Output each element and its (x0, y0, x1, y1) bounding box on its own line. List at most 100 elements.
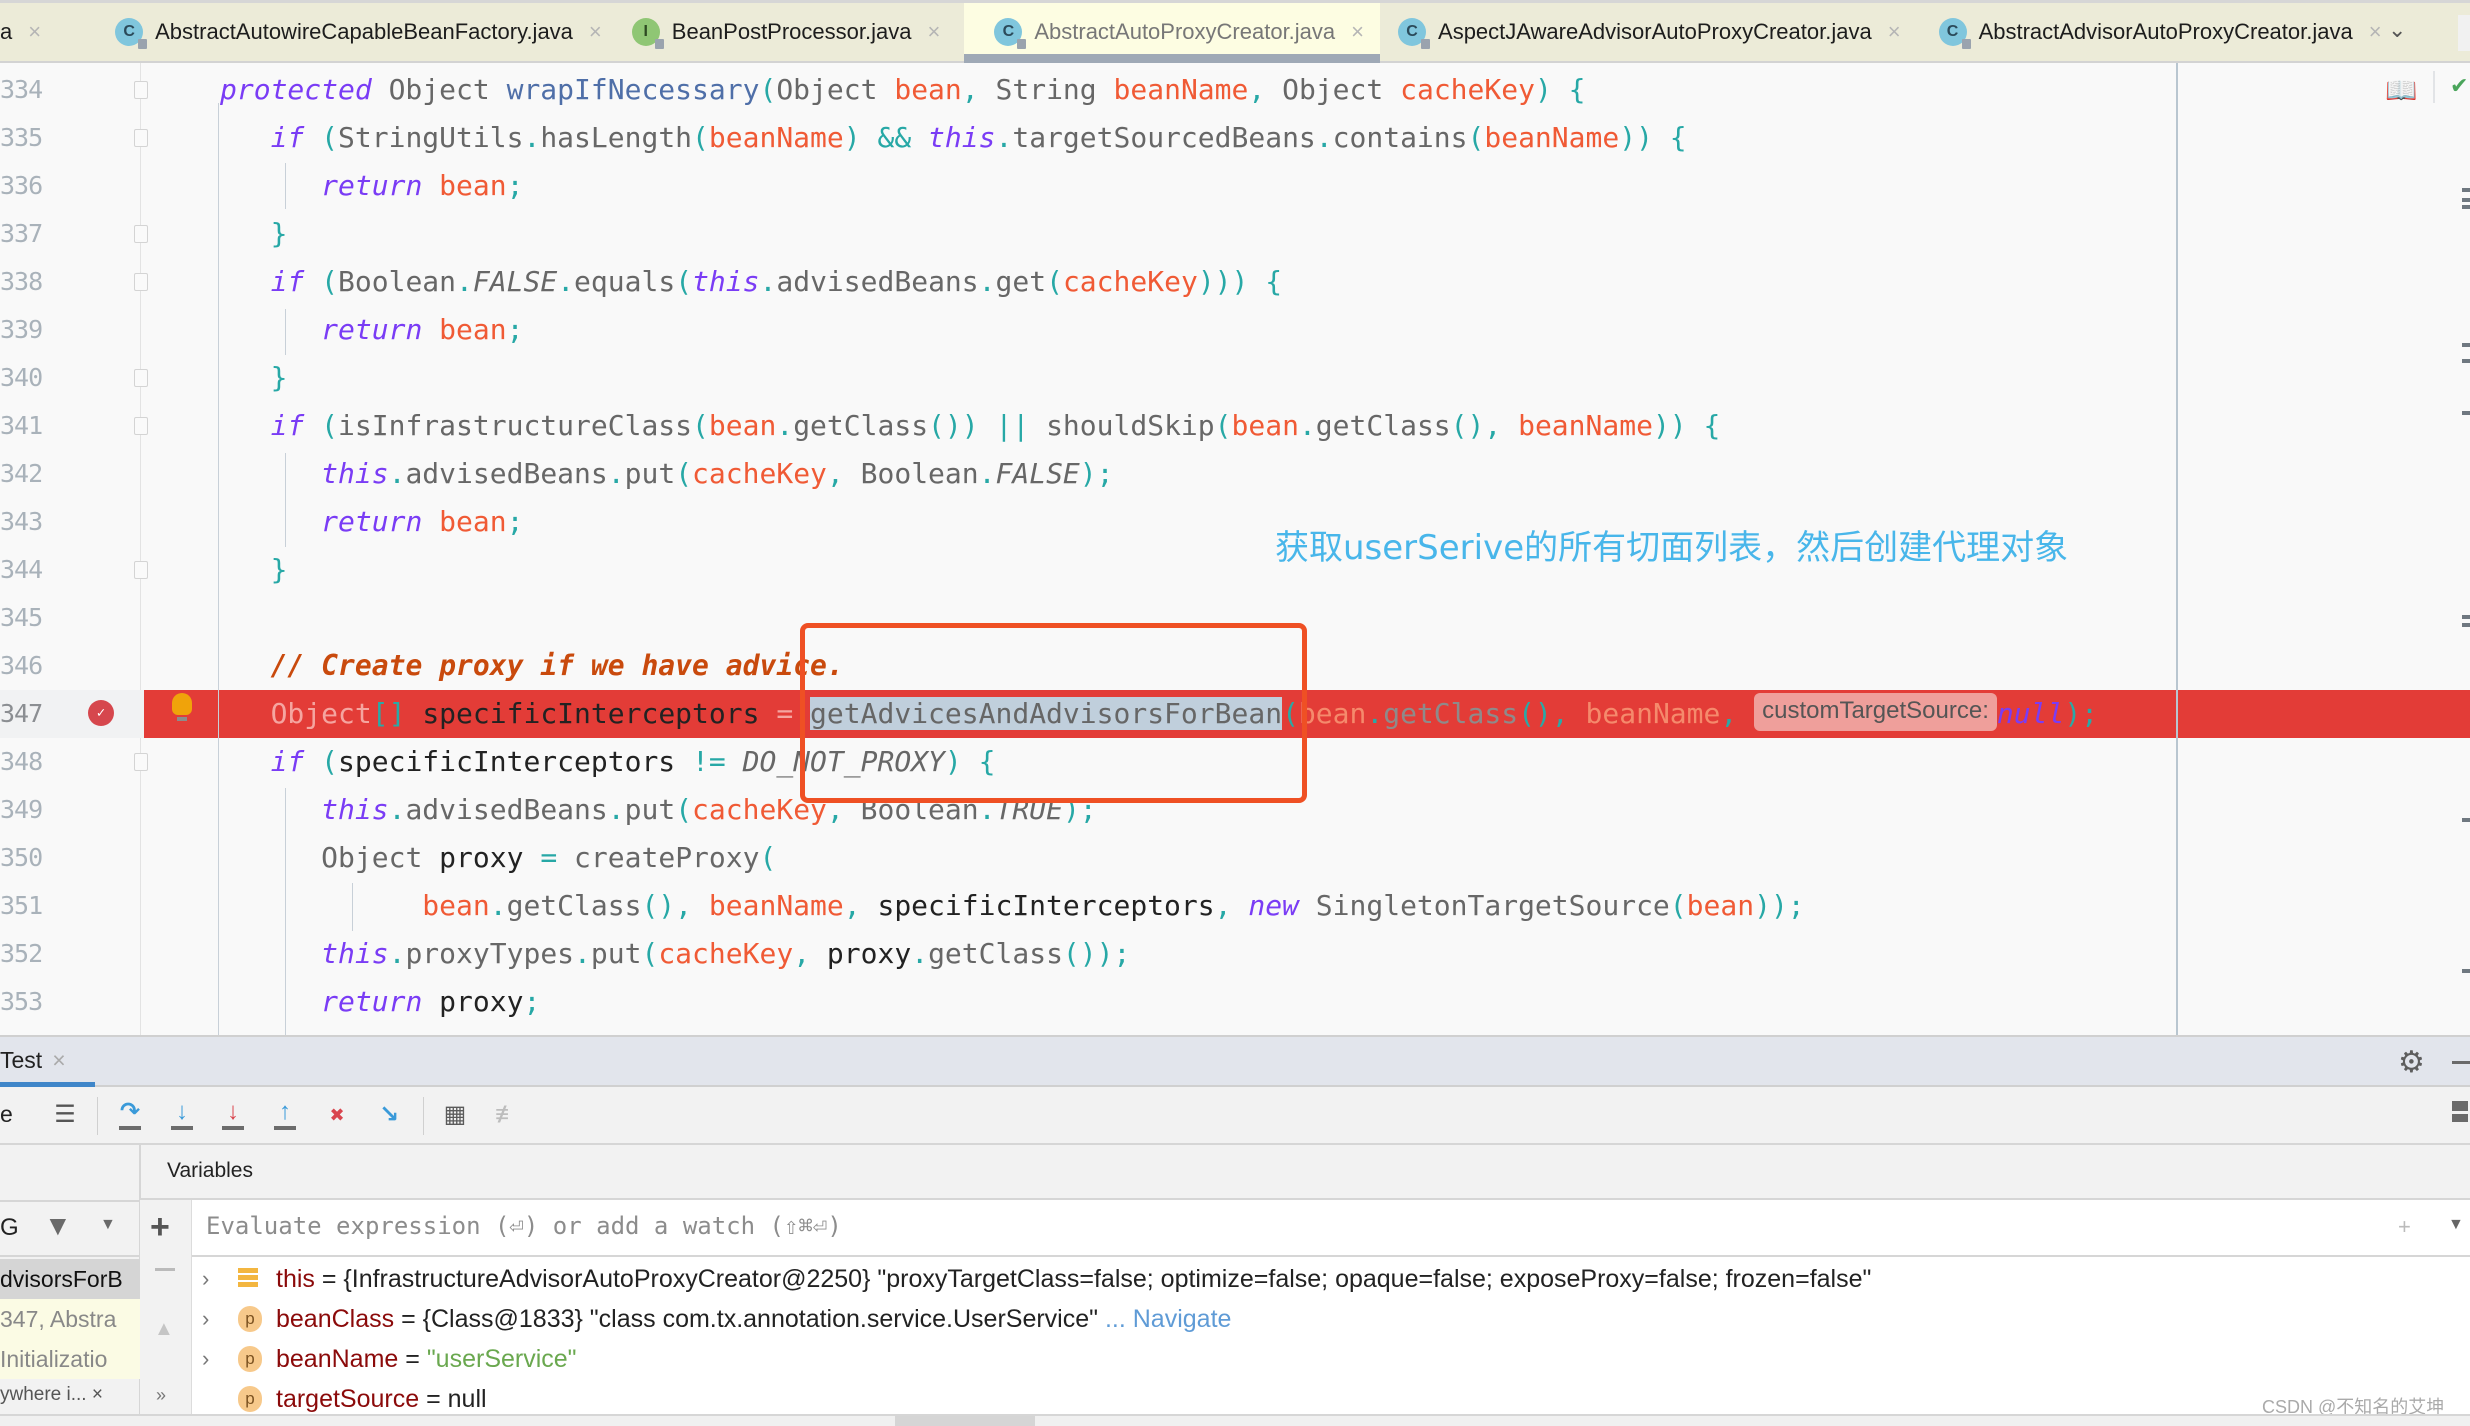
add-to-watches-icon[interactable]: + (2398, 1214, 2411, 1240)
scrollbar-marker[interactable] (2462, 818, 2470, 822)
scrollbar-marker[interactable] (2462, 359, 2470, 363)
chevron-down-icon[interactable]: ⌄ (2388, 17, 2406, 43)
code-line[interactable]: 350 Object proxy = createProxy( (0, 834, 2470, 882)
scrollbar-marker[interactable] (2462, 615, 2470, 619)
evaluate-expression-input[interactable]: Evaluate expression (⏎) or add a watch (… (192, 1200, 2470, 1257)
code-line[interactable]: 353 return proxy; (0, 978, 2470, 1026)
history-dropdown-icon[interactable]: ▼ (2448, 1216, 2464, 1234)
tab-close-icon[interactable]: × (589, 19, 602, 45)
scrollbar-marker[interactable] (2462, 198, 2470, 202)
editor-tab-bar: a × C AbstractAutowireCapableBeanFactory… (0, 0, 2470, 63)
code-line[interactable]: 344 } (0, 546, 2470, 594)
code-editor[interactable]: 334 protected Object wrapIfNecessary(Obje… (0, 63, 2470, 1035)
gear-icon[interactable]: ⚙ (2398, 1045, 2425, 1080)
scrollbar-marker[interactable] (2462, 969, 2470, 973)
dropdown-icon[interactable]: ▼ (100, 1216, 116, 1234)
stack-frame[interactable]: 347, Abstra (0, 1299, 140, 1339)
move-up-icon[interactable]: ▲ (154, 1318, 174, 1341)
annotation-highlight-box (800, 623, 1307, 803)
expand-arrow-icon[interactable]: › (202, 1259, 209, 1299)
code-line[interactable]: 334 protected Object wrapIfNecessary(Obje… (0, 66, 2470, 114)
step-over-button[interactable]: ↷ (113, 1097, 147, 1133)
code-line[interactable]: 337 } (0, 210, 2470, 258)
breakpoint-icon[interactable]: ✓ (88, 700, 114, 726)
drop-frame-button[interactable]: ✖ (320, 1097, 354, 1133)
line-number: 353 (0, 987, 43, 1016)
fold-icon[interactable] (134, 129, 148, 147)
tab-partial[interactable]: a × (0, 3, 57, 61)
tab-close-icon[interactable]: × (28, 19, 41, 45)
frames-hint[interactable]: ywhere i... × (0, 1379, 140, 1411)
lightbulb-icon[interactable] (172, 693, 192, 723)
annotation-note: 获取userSerive的所有切面列表，然后创建代理对象 (1275, 528, 2069, 568)
filter-icon[interactable]: ▼ (44, 1210, 72, 1242)
stack-frame[interactable]: dvisorsForB (0, 1259, 140, 1299)
variable-row[interactable]: › this = {InfrastructureAdvisorAutoProxy… (192, 1259, 2470, 1299)
thread-selector[interactable]: G (0, 1214, 19, 1242)
evaluate-expression-button[interactable]: ▦ (438, 1097, 472, 1133)
code-line[interactable]: 342 this.advisedBeans.put(cacheKey, Bool… (0, 450, 2470, 498)
more-icon[interactable]: » (156, 1385, 166, 1406)
navigate-link[interactable]: ... Navigate (1098, 1305, 1231, 1333)
tab-bean-post-processor[interactable]: I BeanPostProcessor.java × (618, 3, 957, 61)
fold-icon[interactable] (134, 369, 148, 387)
code-line[interactable]: 352 this.proxyTypes.put(cacheKey, proxy.… (0, 930, 2470, 978)
line-number: 350 (0, 843, 43, 872)
frames-panel: G ▼ ▼ dvisorsForB 347, Abstra Initializa… (0, 1145, 140, 1426)
variable-row[interactable]: › p beanClass = {Class@1833} "class com.… (192, 1299, 2470, 1339)
code-line[interactable]: 339 return bean; (0, 306, 2470, 354)
code-line[interactable]: 343 return bean; (0, 498, 2470, 546)
scrollbar-marker[interactable] (2462, 623, 2470, 627)
tab-abstract-auto-proxy-creator[interactable]: C AbstractAutoProxyCreator.java × (964, 3, 1381, 63)
scrollbar-marker[interactable] (2462, 205, 2470, 209)
force-step-into-button[interactable]: ↓ (216, 1097, 250, 1133)
tab-abstract-advisor-auto-proxy-creator[interactable]: C AbstractAdvisorAutoProxyCreator.java × (1917, 3, 2398, 61)
scrollbar-marker[interactable] (2462, 188, 2470, 192)
fold-icon[interactable] (134, 561, 148, 579)
more-options-icon[interactable] (2458, 15, 2470, 51)
fold-icon[interactable] (134, 753, 148, 771)
fold-icon[interactable] (134, 81, 148, 99)
stack-frame[interactable]: Initializatio (0, 1339, 140, 1379)
fold-icon[interactable] (134, 225, 148, 243)
code-line[interactable]: 340 } (0, 354, 2470, 402)
fold-icon[interactable] (134, 417, 148, 435)
reader-mode-icon[interactable]: 📖 (2385, 75, 2417, 106)
variable-row[interactable]: p targetSource = null (192, 1379, 2470, 1419)
layout-icon: ☰ (54, 1101, 76, 1128)
code-line[interactable]: 351 bean.getClass(), beanName, specificI… (0, 882, 2470, 930)
step-into-button[interactable]: ↓ (165, 1097, 199, 1133)
minimize-icon[interactable] (2452, 1061, 2470, 1064)
line-number: 348 (0, 747, 43, 776)
tab-close-icon[interactable]: × (1888, 19, 1901, 45)
add-watch-icon[interactable]: + (150, 1208, 170, 1247)
parameter-icon: p (238, 1306, 262, 1332)
close-icon[interactable]: × (52, 1047, 65, 1073)
line-number: 352 (0, 939, 43, 968)
layout-toggle-icon[interactable] (2452, 1101, 2468, 1111)
scrollbar-marker[interactable] (2462, 411, 2470, 415)
inspection-ok-icon[interactable]: ✔ (2450, 73, 2468, 99)
trace-button[interactable]: ≢ (490, 1097, 524, 1133)
code-line[interactable]: 336 return bean; (0, 162, 2470, 210)
parameter-icon: p (238, 1386, 262, 1412)
variable-row[interactable]: › p beanName = "userService" (192, 1339, 2470, 1379)
layout-button[interactable]: ☰ (48, 1097, 82, 1133)
expand-arrow-icon[interactable]: › (202, 1339, 209, 1379)
tab-label: AbstractAutoProxyCreator.java (1034, 19, 1336, 44)
scrollbar-marker[interactable] (2462, 343, 2470, 347)
step-out-button[interactable]: ↑ (268, 1097, 302, 1133)
tab-abstract-autowire-capable-bean-factory[interactable]: C AbstractAutowireCapableBeanFactory.jav… (57, 3, 618, 61)
tab-close-icon[interactable]: × (927, 19, 940, 45)
code-line[interactable]: 338 if (Boolean.FALSE.equals(this.advise… (0, 258, 2470, 306)
run-to-cursor-button[interactable]: ↘ (372, 1097, 406, 1133)
tab-close-icon[interactable]: × (2369, 19, 2382, 45)
code-line[interactable]: 341 if (isInfrastructureClass(bean.getCl… (0, 402, 2470, 450)
tab-close-icon[interactable]: × (1351, 19, 1364, 45)
tab-aspectj-aware-advisor-auto-proxy-creator[interactable]: C AspectJAwareAdvisorAutoProxyCreator.ja… (1380, 3, 1917, 61)
fold-icon[interactable] (134, 273, 148, 291)
expand-arrow-icon[interactable]: › (202, 1299, 209, 1339)
remove-watch-icon[interactable] (155, 1268, 175, 1271)
debug-session-tab[interactable]: Test × (0, 1037, 95, 1087)
code-line[interactable]: 335 if (StringUtils.hasLength(beanName) … (0, 114, 2470, 162)
